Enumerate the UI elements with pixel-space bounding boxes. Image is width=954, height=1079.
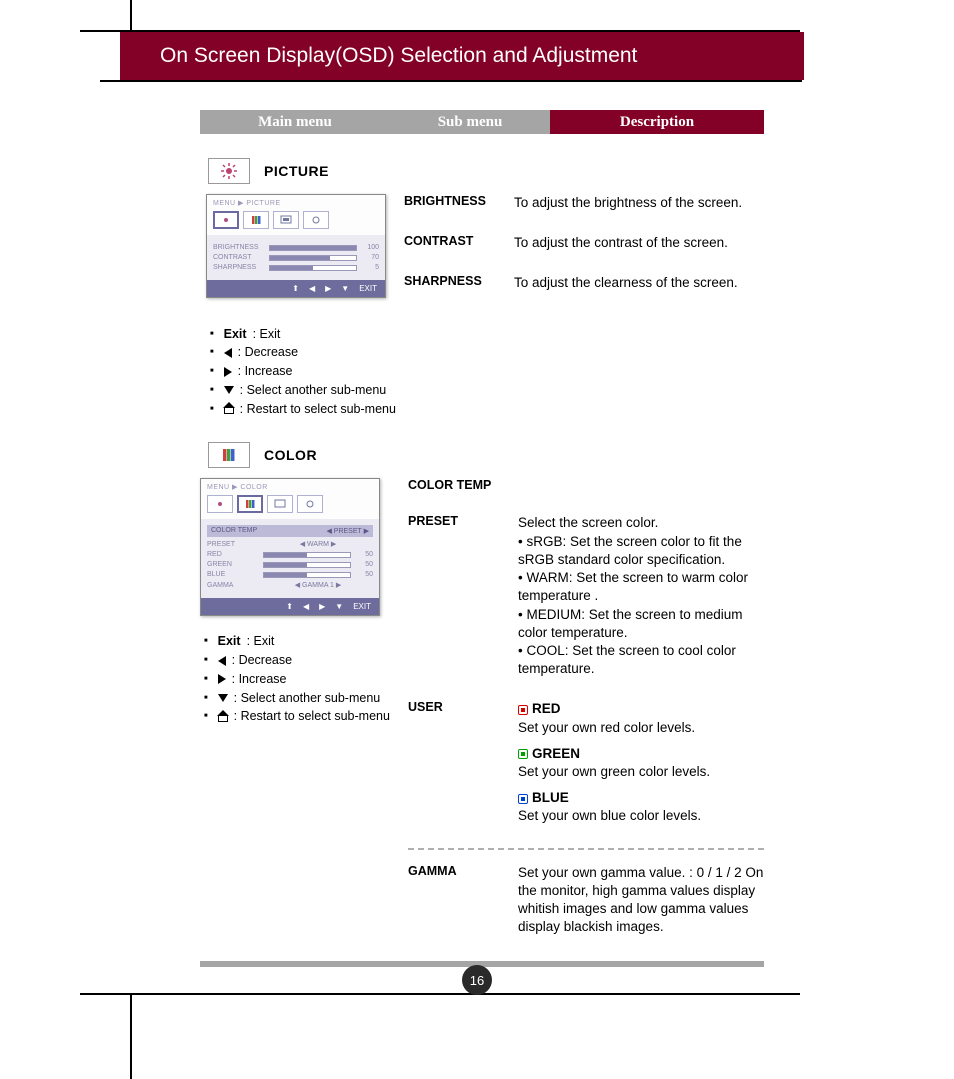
section-picture-header: PICTURE bbox=[208, 158, 764, 184]
user-blue-label: BLUE bbox=[532, 790, 569, 805]
osd-colortemp-label: COLOR TEMP bbox=[211, 527, 257, 535]
desc-user: RED Set your own red color levels. GREEN… bbox=[518, 700, 764, 825]
user-green-label: GREEN bbox=[532, 746, 580, 761]
desc-gamma: Set your own gamma value. : 0 / 1 / 2 On… bbox=[518, 864, 764, 937]
legend-increase: : Increase bbox=[210, 362, 764, 381]
footer-hline bbox=[80, 993, 800, 995]
osd-contrast-label: CONTRAST bbox=[213, 254, 265, 261]
user-red-desc: Set your own red color levels. bbox=[518, 719, 764, 737]
section-picture-label: PICTURE bbox=[264, 163, 329, 179]
sub-user: USER bbox=[408, 700, 504, 825]
osd-tab-picture-icon bbox=[207, 495, 233, 513]
color-osd-exit: EXIT bbox=[353, 602, 371, 611]
osd-sharpness-label: SHARPNESS bbox=[213, 264, 265, 271]
user-blue-desc: Set your own blue color levels. bbox=[518, 807, 764, 825]
color-legend: Exit : Exit : Decrease : Increase : Sele… bbox=[204, 632, 390, 726]
page-number-badge: 16 bbox=[462, 965, 492, 995]
legend-exit-label: Exit bbox=[224, 325, 247, 344]
picture-osd-footer: ⬆◀▶▼EXIT bbox=[207, 280, 385, 297]
triangle-left-icon bbox=[218, 656, 226, 666]
triangle-right-icon bbox=[224, 367, 232, 377]
legend-exit-desc: : Exit bbox=[253, 325, 281, 344]
osd-preset-indicator: PRESET bbox=[334, 528, 362, 535]
osd-tab-other-icon bbox=[297, 495, 323, 513]
picture-legend: Exit : Exit : Decrease : Increase : Sele… bbox=[210, 325, 764, 419]
picture-row: MENU ▶ PICTURE BRIGHTNESS100 CONTRAST70 … bbox=[200, 194, 764, 315]
color-osd-tabs bbox=[201, 493, 379, 519]
triangle-right-icon bbox=[218, 674, 226, 684]
desc-contrast: To adjust the contrast of the screen. bbox=[514, 234, 764, 252]
sub-brightness: BRIGHTNESS bbox=[404, 194, 500, 212]
triangle-down-icon bbox=[224, 386, 234, 394]
legend-exit: Exit : Exit bbox=[204, 632, 390, 651]
legend-restart: : Restart to select sub-menu bbox=[204, 707, 390, 726]
picture-osd-breadcrumb: MENU ▶ PICTURE bbox=[207, 195, 385, 209]
section-color-label: COLOR bbox=[264, 447, 317, 463]
osd-tab-color-icon bbox=[237, 495, 263, 513]
legend-exit: Exit : Exit bbox=[210, 325, 764, 344]
legend-select: : Select another sub-menu bbox=[204, 689, 390, 708]
header-sub-menu: Sub menu bbox=[390, 110, 550, 134]
user-red-label: RED bbox=[532, 701, 561, 716]
green-square-icon bbox=[518, 749, 528, 759]
home-up-icon bbox=[218, 712, 228, 722]
legend-decrease: : Decrease bbox=[204, 651, 390, 670]
header-description: Description bbox=[550, 110, 764, 134]
sub-preset: PRESET bbox=[408, 514, 504, 678]
picture-osd-exit: EXIT bbox=[359, 284, 377, 293]
red-square-icon bbox=[518, 705, 528, 715]
legend-increase: : Increase bbox=[204, 670, 390, 689]
osd-tab-picture-icon bbox=[213, 211, 239, 229]
color-icon bbox=[208, 442, 250, 468]
title-underline bbox=[100, 80, 802, 82]
desc-preset: Select the screen color. • sRGB: Set the… bbox=[518, 514, 764, 678]
color-osd-footer: ⬆◀▶▼EXIT bbox=[201, 598, 379, 615]
picture-osd-preview: MENU ▶ PICTURE BRIGHTNESS100 CONTRAST70 … bbox=[206, 194, 386, 298]
osd-tab-color-icon bbox=[243, 211, 269, 229]
legend-select: : Select another sub-menu bbox=[210, 381, 764, 400]
picture-osd-tabs bbox=[207, 209, 385, 235]
home-up-icon bbox=[224, 404, 234, 414]
dashed-separator bbox=[408, 848, 764, 850]
content-area: Main menu Sub menu Description PICTURE M… bbox=[200, 110, 764, 967]
color-definitions: COLOR TEMP PRESET Select the screen colo… bbox=[408, 478, 764, 936]
triangle-left-icon bbox=[224, 348, 232, 358]
picture-definitions: BRIGHTNESS To adjust the brightness of th… bbox=[404, 194, 764, 315]
picture-icon bbox=[208, 158, 250, 184]
sub-gamma: GAMMA bbox=[408, 864, 504, 937]
column-header-row: Main menu Sub menu Description bbox=[200, 110, 764, 134]
osd-contrast-value: 70 bbox=[361, 254, 379, 261]
color-row: MENU ▶ COLOR COLOR TEMP◀ PRESET ▶ PRESET… bbox=[200, 478, 764, 936]
blue-square-icon bbox=[518, 794, 528, 804]
section-color-header: COLOR bbox=[208, 442, 764, 468]
footer-vline bbox=[130, 995, 132, 1079]
osd-brightness-label: BRIGHTNESS bbox=[213, 244, 265, 251]
legend-decrease: : Decrease bbox=[210, 343, 764, 362]
color-osd-preview: MENU ▶ COLOR COLOR TEMP◀ PRESET ▶ PRESET… bbox=[200, 478, 380, 616]
sub-contrast: CONTRAST bbox=[404, 234, 500, 252]
osd-sharpness-value: 5 bbox=[361, 264, 379, 271]
osd-tab-display-icon bbox=[273, 211, 299, 229]
triangle-down-icon bbox=[218, 694, 228, 702]
page-title: On Screen Display(OSD) Selection and Adj… bbox=[160, 44, 637, 68]
legend-restart: : Restart to select sub-menu bbox=[210, 400, 764, 419]
desc-sharpness: To adjust the clearness of the screen. bbox=[514, 274, 764, 292]
osd-brightness-value: 100 bbox=[361, 244, 379, 251]
page-title-band: On Screen Display(OSD) Selection and Adj… bbox=[120, 32, 804, 80]
user-green-desc: Set your own green color levels. bbox=[518, 763, 764, 781]
sub-sharpness: SHARPNESS bbox=[404, 274, 500, 292]
osd-tab-other-icon bbox=[303, 211, 329, 229]
color-osd-breadcrumb: MENU ▶ COLOR bbox=[201, 479, 379, 493]
sub-colortemp: COLOR TEMP bbox=[408, 478, 504, 492]
osd-tab-display-icon bbox=[267, 495, 293, 513]
desc-brightness: To adjust the brightness of the screen. bbox=[514, 194, 764, 212]
header-main-menu: Main menu bbox=[200, 110, 390, 134]
